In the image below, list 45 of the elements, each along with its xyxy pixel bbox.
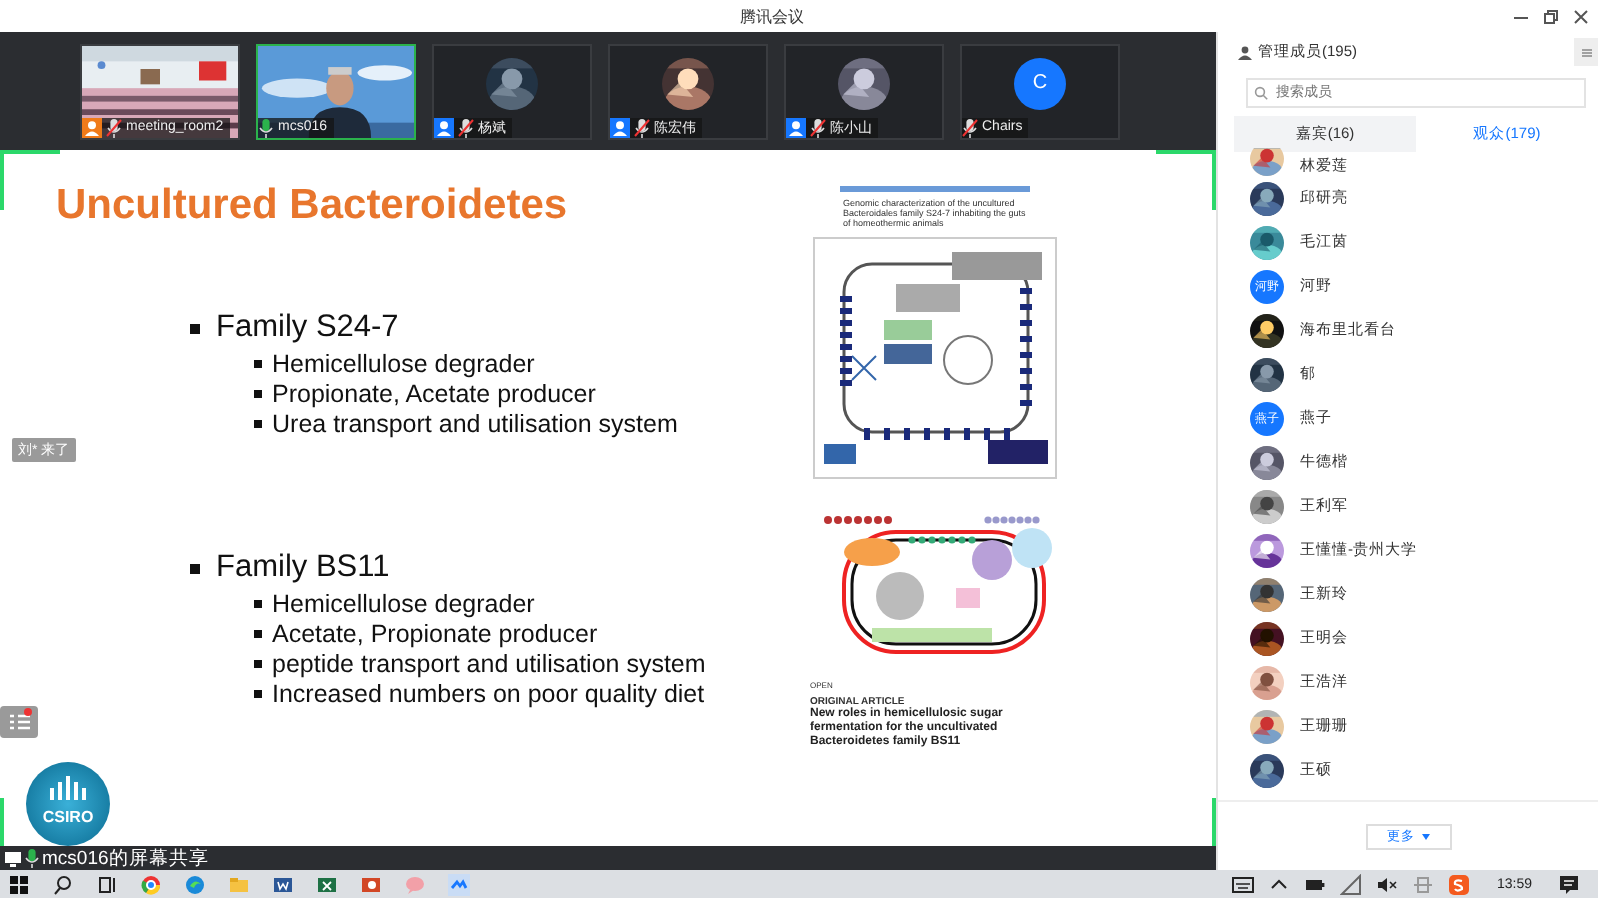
notification-icon[interactable]: [1558, 873, 1580, 895]
powerpoint-icon[interactable]: [360, 873, 382, 895]
bullet-icon: [254, 660, 262, 668]
bullet-icon: [190, 323, 200, 333]
close-icon[interactable]: [1572, 7, 1590, 25]
bullet-icon: [190, 563, 200, 573]
excel-icon[interactable]: [316, 873, 338, 895]
bullet-icon: [254, 600, 262, 608]
bullet-icon: [254, 630, 262, 638]
sogou-icon[interactable]: [1448, 873, 1471, 895]
word-icon[interactable]: [272, 873, 294, 895]
browser-icon[interactable]: [140, 873, 162, 895]
bullet-icon: [254, 390, 262, 398]
start-icon[interactable]: [8, 873, 30, 895]
menu-icon: [1581, 47, 1591, 57]
bullet-icon: [254, 420, 262, 428]
bullet-point: peptide transport and utilisation system: [272, 650, 706, 678]
meeting-app-icon[interactable]: [448, 873, 470, 895]
caret-icon: [1421, 833, 1429, 839]
browser-icon[interactable]: [184, 873, 206, 895]
bullet-icon: [254, 690, 262, 698]
bullet-heading: Family BS11: [216, 550, 390, 586]
avatar: C: [1014, 57, 1066, 109]
screen-share-icon: [4, 849, 22, 867]
search-icon[interactable]: [52, 873, 74, 895]
keyboard-icon[interactable]: [1232, 873, 1255, 895]
logo: CSIRO: [26, 762, 110, 846]
person-icon: [1238, 45, 1252, 59]
bullet-heading: Family S24-7: [216, 310, 399, 346]
input-method-icon[interactable]: [1412, 873, 1435, 895]
slide-title: Uncultured Bacteroidetes: [56, 182, 570, 230]
bullet-point: Increased numbers on poor quality diet: [272, 680, 705, 708]
wifi-icon[interactable]: [1340, 873, 1363, 895]
bullet-point: Hemicellulose degrader: [272, 350, 535, 378]
bullet-point: Urea transport and utilisation system: [272, 410, 678, 438]
list-menu-icon[interactable]: [0, 706, 38, 738]
restore-icon[interactable]: [1542, 7, 1560, 25]
bullet-point: Acetate, Propionate producer: [272, 620, 598, 648]
screen-share-label: mcs016的屏幕共享: [42, 845, 209, 871]
speaker-muted-icon[interactable]: [1376, 873, 1399, 895]
bullet-icon: [254, 360, 262, 368]
bullet-point: Hemicellulose degrader: [272, 590, 535, 618]
window-title: 腾讯会议: [740, 5, 804, 27]
task-view-icon[interactable]: [96, 873, 118, 895]
bullet-point: Propionate, Acetate producer: [272, 380, 596, 408]
